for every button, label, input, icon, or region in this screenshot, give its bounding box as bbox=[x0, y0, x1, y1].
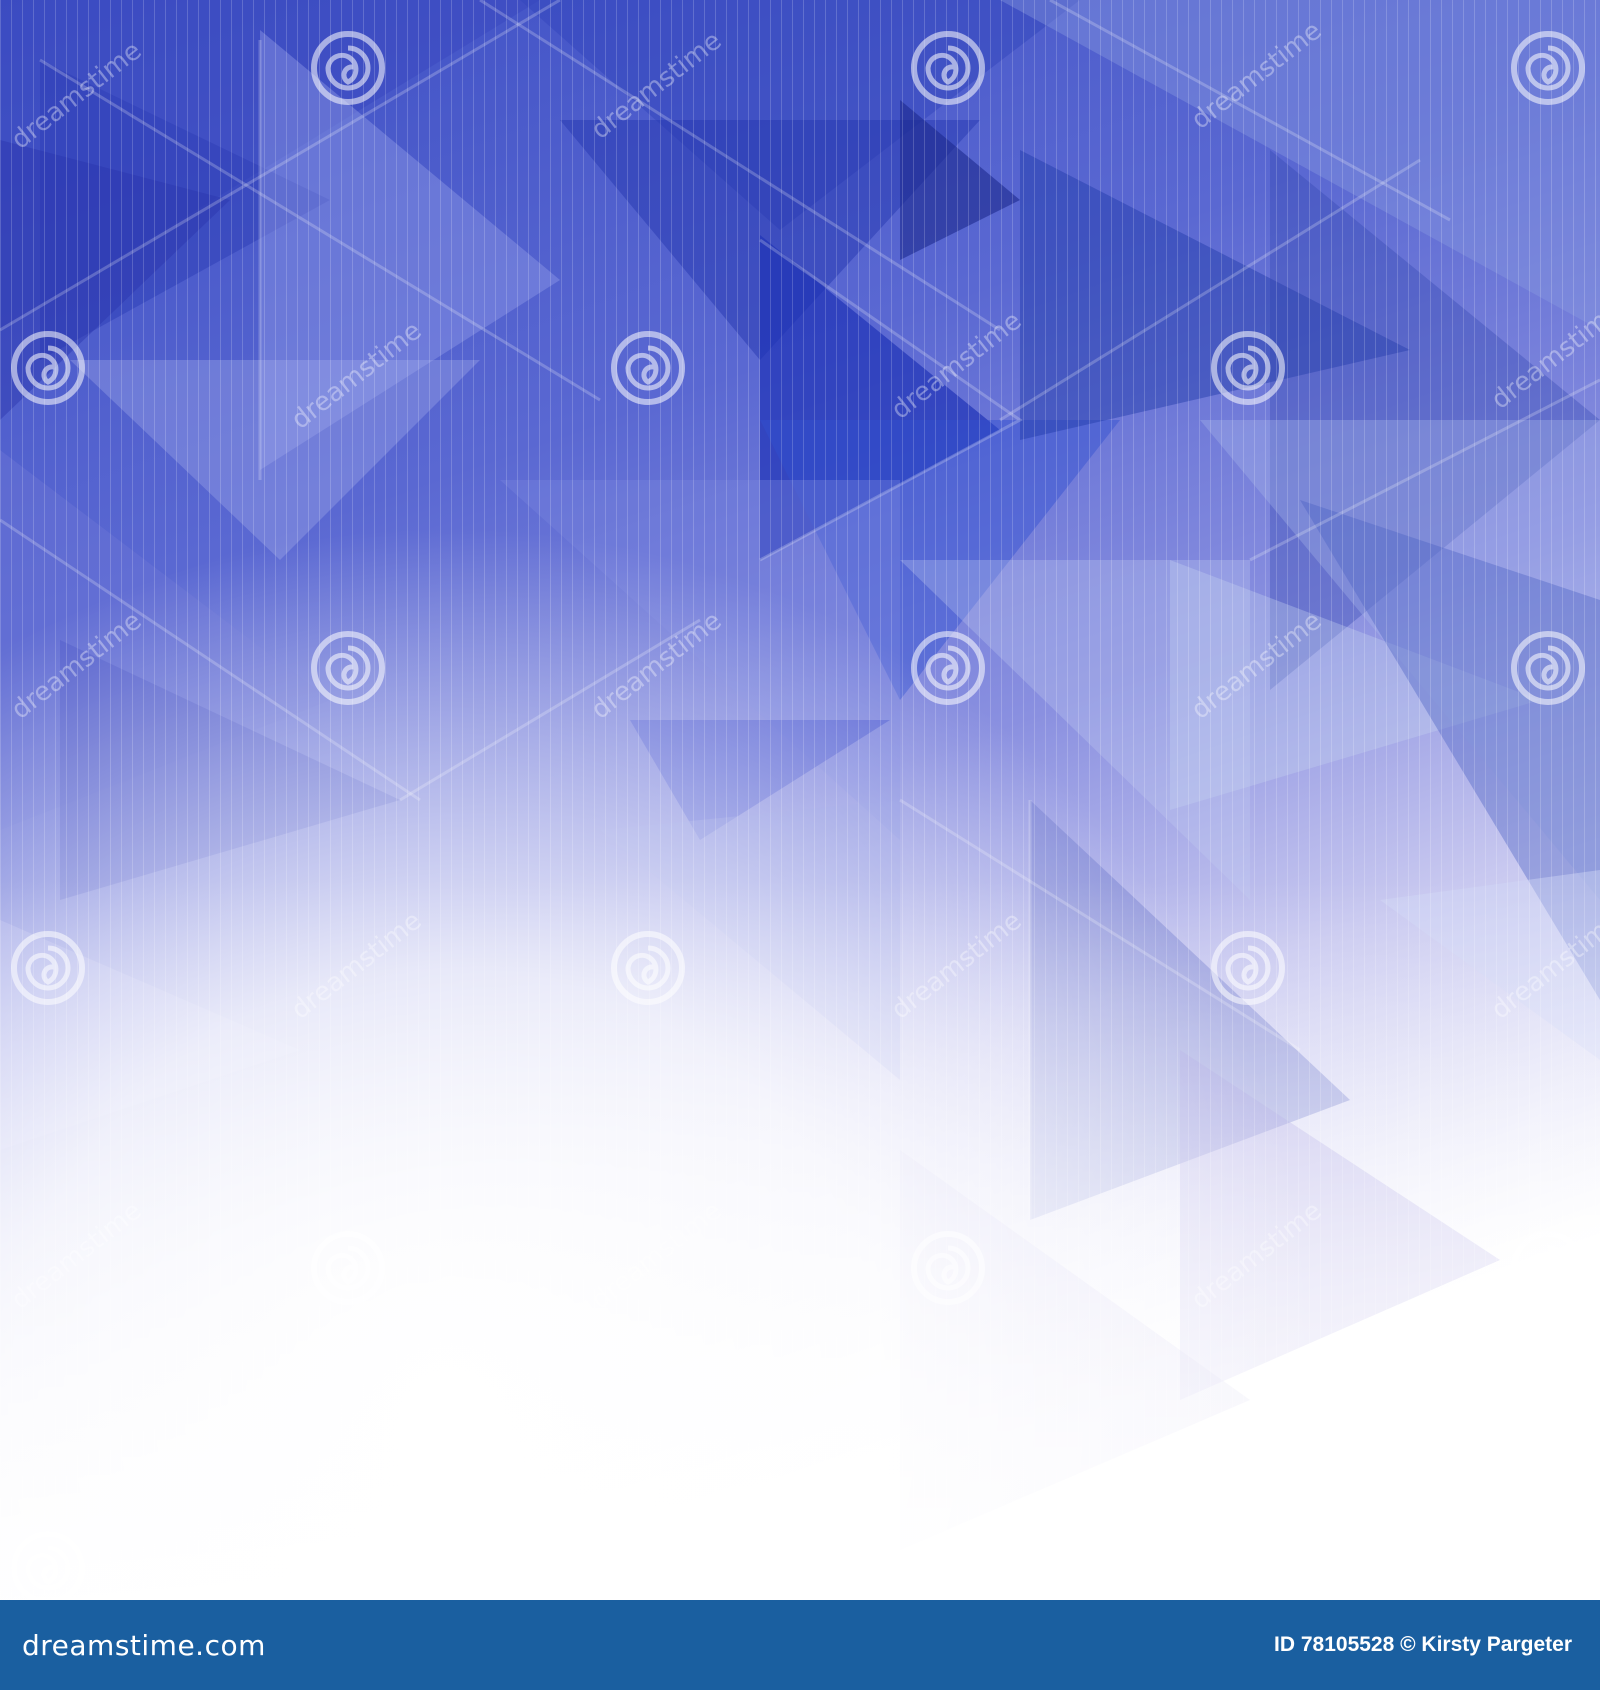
footer-brand: dreamstime.com bbox=[22, 1628, 266, 1662]
white-glow bbox=[0, 0, 1600, 1600]
geometric-artwork: dreamstime dreamstime dreamstime dreamst… bbox=[0, 0, 1600, 1600]
abstract-geometric-background: dreamstime dreamstime dreamstime dreamst… bbox=[0, 0, 1600, 1600]
footer-bar: dreamstime.com ID 78105528 © Kirsty Parg… bbox=[0, 1600, 1600, 1690]
stock-image-frame: dreamstime dreamstime dreamstime dreamst… bbox=[0, 0, 1600, 1690]
footer-image-info: ID 78105528 © Kirsty Pargeter bbox=[1274, 1633, 1572, 1656]
